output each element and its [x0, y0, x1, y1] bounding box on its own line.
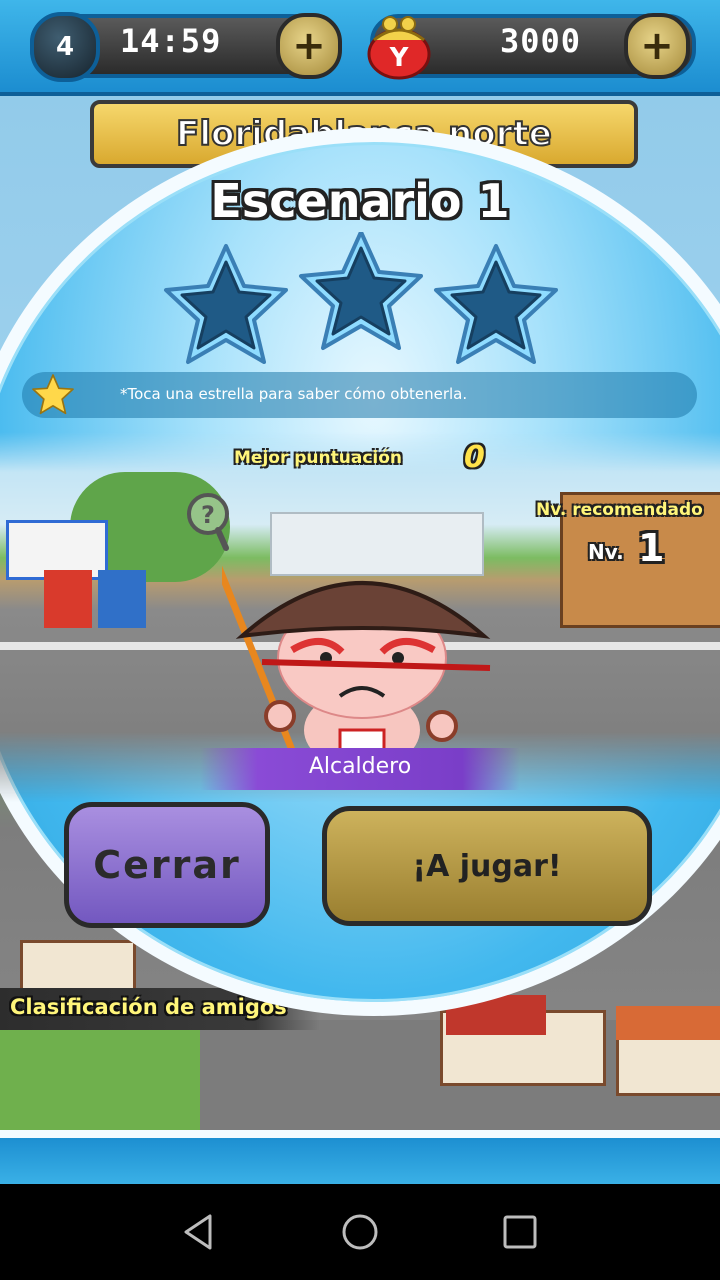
stamina-count: 4 — [55, 32, 75, 62]
star-tip-text: *Toca una estrella para saber cómo obten… — [120, 385, 468, 403]
recents-square-icon — [503, 1215, 537, 1249]
back-triangle-icon — [184, 1214, 212, 1250]
yokai-character — [222, 565, 491, 770]
bottom-frame — [0, 1130, 720, 1184]
recommended-level-label: Nv. recomendado — [536, 500, 703, 520]
level-prefix: Nv. — [588, 540, 624, 564]
back-button[interactable] — [140, 1184, 260, 1280]
stamina-timer: 14:59 — [120, 22, 222, 60]
home-circle-icon — [342, 1214, 378, 1250]
background-grass — [0, 1030, 200, 1140]
stage-title: Escenario 1 — [0, 174, 720, 228]
top-status-bar: 4 14:59 + Y 3000 + — [0, 0, 720, 96]
close-button[interactable]: Cerrar — [64, 802, 270, 928]
gold-star-icon — [32, 374, 74, 415]
best-score-value: 0 — [464, 440, 485, 475]
system-navigation-bar — [0, 1184, 720, 1280]
coin-purse-icon: Y — [367, 16, 431, 80]
star-3-button[interactable] — [434, 244, 558, 364]
best-score-label: Mejor puntuación — [234, 448, 403, 468]
home-button[interactable] — [300, 1184, 420, 1280]
stamina-counter: 4 — [30, 12, 100, 82]
stage-stars — [164, 232, 558, 364]
game-screen: 4 14:59 + Y 3000 + Floridablanca norte C… — [0, 0, 720, 1184]
stage-number: 1 — [477, 174, 510, 228]
recommended-level-value: 1 — [638, 526, 665, 570]
money-amount: 3000 — [500, 22, 582, 60]
star-tip-bar: *Toca una estrella para saber cómo obten… — [22, 372, 697, 418]
recents-button[interactable] — [460, 1184, 580, 1280]
background-roof — [616, 1006, 720, 1040]
play-button[interactable]: ¡A jugar! — [322, 806, 652, 926]
help-symbol: ? — [201, 501, 215, 529]
stage-title-label: Escenario — [210, 174, 462, 228]
scene-vending-machine — [98, 570, 146, 628]
star-1-button[interactable] — [164, 244, 288, 364]
enemy-name: Alcaldero — [308, 754, 412, 779]
add-stamina-button[interactable]: + — [276, 13, 342, 79]
friends-ranking-label: Clasificación de amigos — [10, 995, 287, 1019]
scene-vending-machine — [44, 570, 92, 628]
star-2-button[interactable] — [299, 232, 423, 350]
add-money-button[interactable]: + — [624, 13, 690, 79]
enemy-name-plate: Alcaldero — [200, 748, 520, 790]
purse-letter: Y — [389, 43, 410, 73]
